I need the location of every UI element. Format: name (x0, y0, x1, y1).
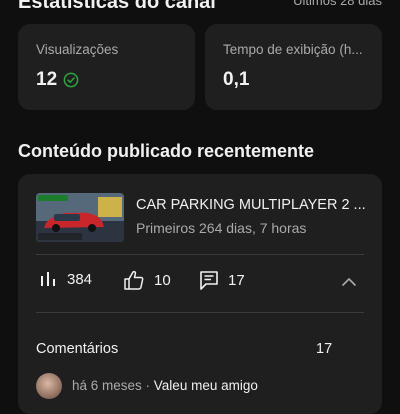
likes-count: 10 (154, 271, 171, 289)
bar-chart-icon (41, 272, 55, 286)
video-duration-info: Primeiros 264 dias, 7 horas (136, 220, 307, 236)
watch-time-label: Tempo de exibição (h... (223, 42, 363, 57)
recent-content-title: Conteúdo publicado recentemente (18, 141, 315, 161)
comments-label[interactable]: Comentários (36, 341, 118, 357)
chevron-up-icon (342, 278, 356, 286)
watch-time-value: 0,1 (223, 69, 250, 90)
views-metric: 384 (40, 270, 92, 288)
latest-comment[interactable]: há 6 meses · Valeu meu amigo (72, 378, 258, 393)
watch-time-stat-card[interactable]: Tempo de exibição (h... 0,1 (205, 24, 382, 110)
comments-count-metric: 17 (228, 271, 245, 289)
comment-time: há 6 meses (72, 378, 142, 393)
collapse-button[interactable] (340, 273, 358, 291)
likes-metric: 10 (123, 270, 171, 290)
comments-count: 17 (316, 341, 333, 357)
thumbs-up-icon (124, 270, 144, 290)
comment-icon (200, 271, 218, 290)
check-circle-icon (63, 72, 79, 88)
video-thumbnail[interactable] (36, 193, 124, 242)
divider (36, 254, 364, 255)
avatar[interactable] (36, 373, 62, 399)
period-label: Últimos 28 dias (293, 0, 382, 8)
views-value: 12 (36, 69, 58, 90)
views-stat-card[interactable]: Visualizações 12 (18, 24, 195, 110)
comment-text: Valeu meu amigo (153, 378, 258, 393)
comment-separator: · (141, 378, 154, 393)
page-title: Estatísticas do canal (18, 0, 216, 13)
views-label: Visualizações (36, 42, 119, 57)
comments-metric: 17 (199, 270, 245, 290)
views-count: 384 (67, 270, 93, 288)
divider (36, 312, 364, 313)
video-title[interactable]: CAR PARKING MULTIPLAYER 2 ... (136, 197, 374, 213)
